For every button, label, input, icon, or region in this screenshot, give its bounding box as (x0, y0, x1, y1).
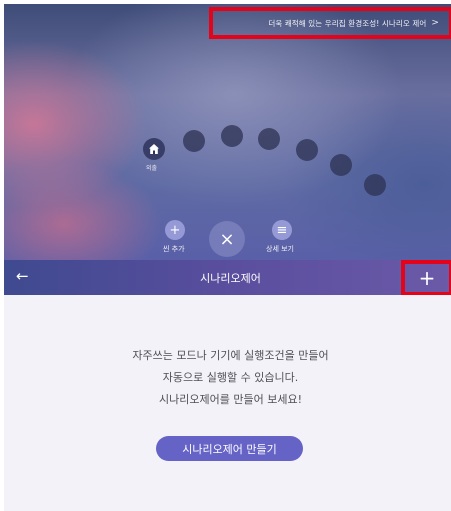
add-scene-button[interactable]: + (165, 220, 185, 240)
home-icon (149, 144, 159, 154)
details-label: 상세 보기 (266, 245, 294, 253)
mode-dot[interactable] (221, 125, 243, 147)
empty-description-line: 시나리오제어를 만들어 보세요! (159, 393, 302, 406)
empty-description-line: 자동으로 실행할 수 있습니다. (162, 371, 299, 384)
scenario-banner-link[interactable]: 더욱 쾌적해 있는 우리집 환경조성! 시나리오 제어 > (209, 7, 451, 39)
home-mode-label: 외출 (146, 165, 158, 172)
add-scenario-button[interactable]: + (401, 260, 451, 296)
mode-dot[interactable] (296, 139, 318, 161)
details-button[interactable]: ≡ (272, 220, 292, 240)
empty-description-line: 자주쓰는 모드나 기기에 실행조건을 만들어 (132, 349, 329, 362)
mode-dot[interactable] (330, 154, 352, 176)
page-title: 시나리오제어 (200, 271, 261, 285)
list-icon: ≡ (276, 222, 288, 238)
mode-dot[interactable] (183, 130, 205, 152)
plus-icon: + (169, 222, 181, 238)
scene-hero: 더욱 쾌적해 있는 우리집 환경조성! 시나리오 제어 > 외출 + 씬 추가 … (4, 4, 451, 264)
mode-dot[interactable] (364, 174, 386, 196)
create-scenario-button[interactable]: 시나리오제어 만들기 (156, 436, 303, 461)
empty-state: 자주쓰는 모드나 기기에 실행조건을 만들어 자동으로 실행할 수 있습니다. … (4, 295, 451, 511)
navigation-bar: ← 시나리오제어 + (4, 260, 451, 296)
mode-dot[interactable] (258, 128, 280, 150)
close-button[interactable]: × (209, 221, 245, 257)
plus-icon: + (418, 266, 436, 290)
chevron-right-icon: > (431, 18, 439, 28)
close-icon: × (219, 228, 235, 250)
banner-text: 더욱 쾌적해 있는 우리집 환경조성! 시나리오 제어 (268, 18, 427, 28)
add-scene-label: 씬 추가 (163, 245, 185, 253)
app-frame: 더욱 쾌적해 있는 우리집 환경조성! 시나리오 제어 > 외출 + 씬 추가 … (4, 4, 451, 511)
home-mode-dot[interactable] (143, 138, 165, 160)
